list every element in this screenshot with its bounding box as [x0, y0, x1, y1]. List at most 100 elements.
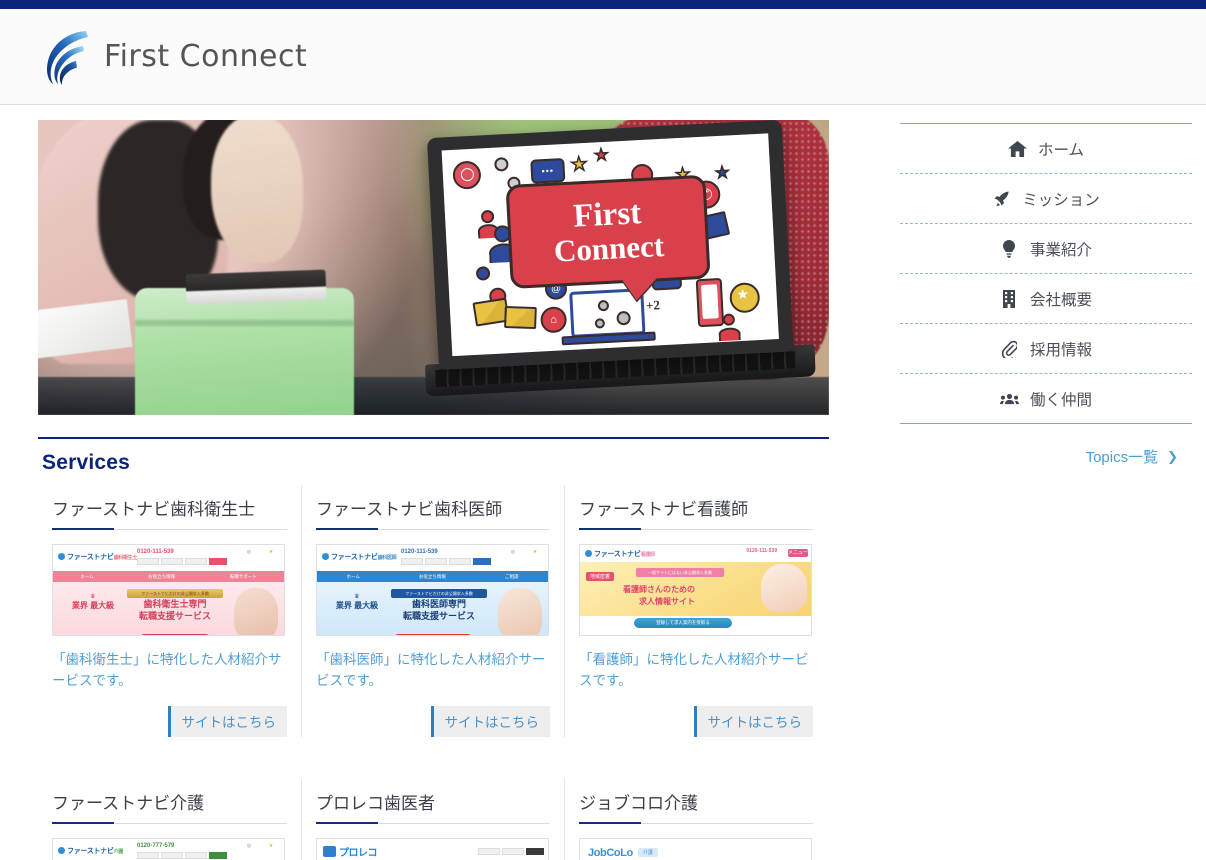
banner-logo: ファーストナビ介護: [58, 846, 123, 856]
laptop-screen: ••• ★ ★ ★ ★ ✆ + 1: [441, 133, 779, 357]
banner-white: JobCoLo 介護 ジョブコロ介護で探す 介護職 中国: [580, 838, 811, 860]
sidebar: ホーム ミッション 事業紹介 会社概要 採用情報 働く仲間 Topics一覧 ❯: [900, 105, 1206, 860]
service-card-description: 「歯科衛生士」に特化した人材紹介サービスです。: [52, 652, 282, 688]
topics-list-link[interactable]: Topics一覧 ❯: [900, 424, 1192, 467]
hero-notebook: [185, 269, 327, 305]
hero-green-box: [135, 288, 354, 415]
banner-badge: ♛ 業界 最大級: [335, 594, 379, 610]
banner-search-fields: [478, 847, 544, 855]
first-connect-logo-icon: [47, 30, 88, 85]
banner-logo: ファーストナビ看護師: [585, 549, 655, 559]
star-icon: ★: [593, 146, 610, 165]
home-icon: [1008, 140, 1027, 157]
hero-arm: [211, 120, 303, 263]
banner-logo: プロレコ: [323, 844, 378, 859]
banner-sky: プロレコ: [317, 838, 548, 860]
service-card-title: ジョブコロ介護: [579, 789, 813, 824]
sidebar-item-label: 採用情報: [1029, 341, 1092, 359]
hero-banner: ••• ★ ★ ★ ★ ✆ + 1: [38, 120, 829, 415]
banner-ribbon: ファーストナビだけの非公開求人多数: [127, 589, 223, 598]
hero-green-box-lid: [135, 320, 354, 326]
building-icon: [1000, 289, 1019, 308]
visit-site-button[interactable]: サイトはこちら: [693, 705, 813, 737]
services-heading: Services: [42, 451, 131, 474]
sidebar-item-label: ホーム: [1037, 141, 1085, 159]
banner-badge: 地域密着: [586, 572, 615, 581]
sidebar-item-home[interactable]: ホーム: [900, 124, 1192, 174]
rocket-icon: [992, 190, 1011, 207]
service-card-title: ファーストナビ歯科衛生士: [52, 495, 287, 530]
star-icon: ★: [714, 164, 731, 183]
service-card-action-row: サイトはこちら: [316, 705, 550, 737]
banner-header: ファーストナビ歯科医師 0120-111-539 ◎ ★: [317, 545, 548, 571]
service-card-thumbnail[interactable]: ファーストナビ歯科衛生士 0120-111-539 ◎ ★ ホーム お役立ち情報転…: [52, 544, 285, 636]
banner-icon: ◎: [246, 549, 252, 555]
envelope-icon: [504, 305, 537, 330]
banner-yellow: ファーストナビ看護師 0120-111-539 メニュー 地域密着 一般サイトに…: [580, 545, 811, 635]
services-row-1: ファーストナビ歯科衛生士 ファーストナビ歯科衛生士 0120-111-539 ◎…: [38, 485, 829, 737]
banner-blue: ファーストナビ歯科医師 0120-111-539 ◎ ★ ホーム お役立ち情報 ご相…: [317, 545, 548, 635]
banner-icon: ◎: [510, 549, 516, 555]
service-card-thumbnail[interactable]: ファーストナビ介護 0120-777-579 ◎ ★ ホームお役立ち情報ご相談 …: [52, 837, 285, 860]
chat-bubble-icon: •••: [530, 158, 566, 184]
banner-body: ♛ 業界 最大級 ファーストナビだけの非公開求人多数 歯科衛生士専門 転職支援サ…: [53, 582, 284, 635]
sidebar-item-label: 会社概要: [1029, 291, 1092, 309]
site-logo[interactable]: First Connect: [42, 28, 307, 86]
service-card[interactable]: ファーストナビ介護 ファーストナビ介護 0120-777-579 ◎ ★ ホーム…: [38, 779, 301, 860]
laptop-shell: ••• ★ ★ ★ ★ ✆ + 1: [426, 120, 794, 370]
person-icon: [722, 313, 736, 326]
banner-logo: ファーストナビ歯科医師: [322, 552, 397, 562]
sidebar-item-label: 事業紹介: [1029, 241, 1092, 259]
visit-site-button[interactable]: サイトはこちら: [430, 705, 550, 737]
banner-icon: ◎: [246, 842, 252, 849]
node-circle-icon: [475, 266, 491, 281]
sidebar-item-business[interactable]: 事業紹介: [900, 224, 1192, 274]
banner-search-fields: [137, 558, 227, 565]
service-card[interactable]: ジョブコロ介護 JobCoLo 介護 ジョブコロ介護で探す 介護職: [564, 778, 827, 860]
person-icon: [718, 327, 741, 342]
sidebar-item-company[interactable]: 会社概要: [900, 274, 1192, 324]
star-icon: ★: [569, 153, 589, 176]
sidebar-item-members[interactable]: 働く仲間: [900, 374, 1192, 424]
star-icon: ★: [736, 285, 750, 303]
service-card-thumbnail[interactable]: プロレコ: [316, 837, 549, 860]
site-logo-text: First Connect: [104, 39, 308, 74]
banner-model-photo: [234, 588, 278, 635]
banner-pink: ファーストナビ歯科衛生士 0120-111-539 ◎ ★ ホーム お役立ち情報転…: [53, 545, 284, 635]
services-section: Services ファーストナビ歯科衛生士 ファーストナビ歯科衛生士 0120-…: [38, 437, 829, 860]
banner-nav: ホーム お役立ち情報 転職サポート: [53, 571, 284, 582]
lightbulb-icon: [1000, 239, 1019, 258]
banner-ribbon: ファーストナビだけの非公開求人多数: [391, 589, 487, 598]
banner-tel: 0120-777-579: [137, 842, 175, 849]
banner-headline: 歯科医師専門 転職支援サービス: [402, 599, 475, 622]
visit-site-button[interactable]: サイトはこちら: [167, 705, 287, 737]
service-card-thumbnail[interactable]: JobCoLo 介護 ジョブコロ介護で探す 介護職 中国: [579, 837, 812, 860]
service-card[interactable]: ファーストナビ看護師 ファーストナビ看護師 0120-111-539 メニュー …: [564, 485, 827, 737]
banner-body: ♛ 業界 最大級 ファーストナビだけの非公開求人多数 歯科医師専門 転職支援サー…: [317, 582, 548, 635]
sidebar-item-mission[interactable]: ミッション: [900, 174, 1192, 224]
service-card-thumbnail[interactable]: ファーストナビ看護師 0120-111-539 メニュー 地域密着 一般サイトに…: [579, 544, 812, 636]
banner-logo: ファーストナビ歯科衛生士: [58, 552, 137, 562]
service-card-title: ファーストナビ介護: [52, 789, 287, 824]
mobile-phone-icon: [695, 277, 725, 328]
service-card-title: ファーストナビ看護師: [579, 495, 813, 530]
service-card[interactable]: ファーストナビ歯科衛生士 ファーストナビ歯科衛生士 0120-111-539 ◎…: [38, 485, 301, 737]
banner-header: プロレコ: [317, 838, 548, 860]
chevron-right-icon: ❯: [1167, 448, 1178, 464]
sidebar-item-label: ミッション: [1022, 191, 1100, 209]
sidebar-item-recruit[interactable]: 採用情報: [900, 324, 1192, 374]
banner-model-photo: [761, 564, 807, 612]
service-card-action-row: サイトはこちら: [579, 705, 813, 737]
banner-headline: 歯科衛生士専門 転職支援サービス: [138, 599, 211, 622]
banner-header: ファーストナビ歯科衛生士 0120-111-539 ◎ ★: [53, 545, 284, 571]
service-card-thumbnail[interactable]: ファーストナビ歯科医師 0120-111-539 ◎ ★ ホーム お役立ち情報 ご相…: [316, 544, 549, 636]
top-accent-bar: [0, 0, 1206, 9]
person-icon: [480, 209, 495, 224]
service-card-title: プロレコ歯医者: [316, 789, 550, 824]
service-card[interactable]: ファーストナビ歯科医師 ファーストナビ歯科医師 0120-111-539 ◎ ★…: [301, 485, 564, 737]
topics-link-label: Topics一覧: [1085, 449, 1159, 466]
service-card[interactable]: プロレコ歯医者 プロレコ: [301, 778, 564, 860]
banner-icon: ★: [268, 842, 274, 849]
home-icon: ⌂: [539, 306, 568, 334]
banner-nav: ホーム お役立ち情報 ご相談: [317, 571, 548, 582]
